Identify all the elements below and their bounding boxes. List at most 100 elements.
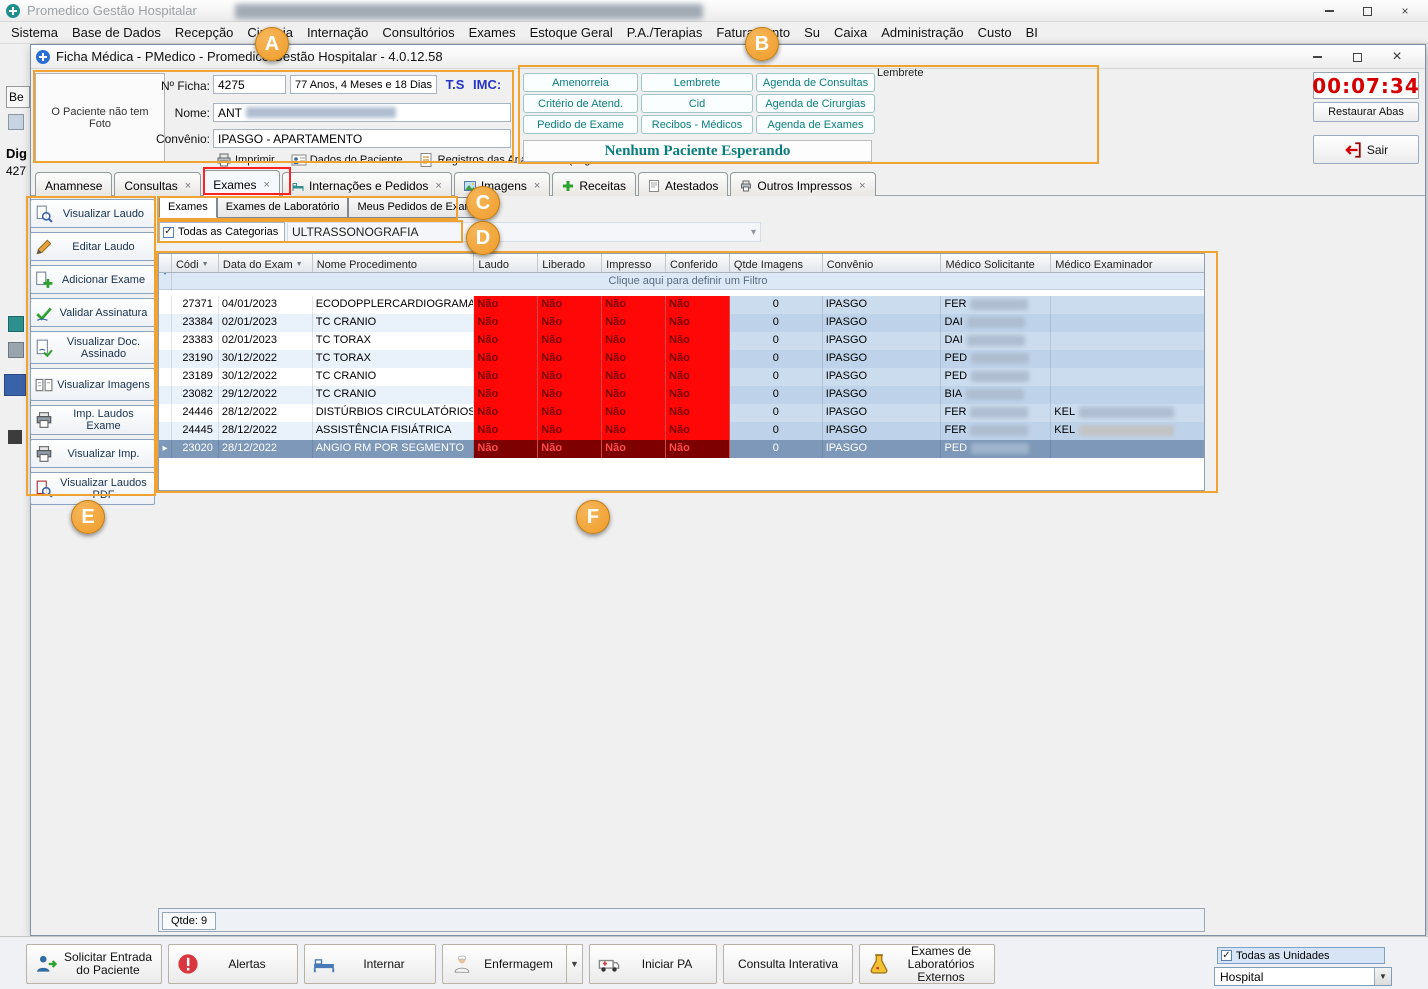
menu-item-base-de-dados[interactable]: Base de Dados: [65, 22, 168, 43]
cell-liberado[interactable]: Não: [538, 296, 603, 314]
imprimir-link[interactable]: Imprimir: [216, 152, 275, 168]
column-header-medico-solicitante[interactable]: Médico Solicitante: [941, 254, 1052, 272]
column-header-impresso[interactable]: Impresso: [602, 254, 667, 272]
minimize-button[interactable]: [1310, 0, 1348, 22]
cell-liberado[interactable]: Não: [538, 350, 603, 368]
cell-impresso[interactable]: Não: [602, 368, 667, 386]
cell-laudo[interactable]: Não: [474, 368, 539, 386]
cell-qtde[interactable]: 0: [729, 332, 823, 350]
ficha-close-button[interactable]: ×: [1377, 45, 1417, 69]
iniciar-pa-button[interactable]: Iniciar PA: [589, 944, 717, 984]
cell-impresso[interactable]: Não: [602, 386, 667, 404]
table-row-selected[interactable]: ▸ 23020 28/12/2022 ANGIO RM POR SEGMENTO…: [159, 440, 1204, 458]
visualizar-imagens-button[interactable]: Visualizar Imagens: [30, 368, 155, 401]
cell-conferido[interactable]: Não: [666, 296, 730, 314]
table-row[interactable]: 23190 30/12/2022 TC TORAX Não Não Não Nã…: [159, 350, 1204, 368]
cell-solicitante[interactable]: PED: [941, 368, 1052, 386]
cell-convenio[interactable]: IPASGO: [822, 404, 942, 422]
cell-convenio[interactable]: IPASGO: [822, 386, 942, 404]
cell-liberado[interactable]: Não: [538, 386, 603, 404]
close-icon[interactable]: ×: [534, 180, 540, 192]
row-selector[interactable]: [159, 314, 172, 332]
amenorreia-button[interactable]: Amenorreia: [523, 73, 638, 92]
ts-button[interactable]: T.S: [440, 75, 470, 94]
close-icon[interactable]: ×: [185, 180, 191, 192]
tab-exames[interactable]: Exames ×: [203, 170, 280, 196]
cell-laudo[interactable]: Não: [474, 404, 539, 422]
recibos-medicos-button[interactable]: Recibos - Médicos: [641, 115, 753, 134]
internar-button[interactable]: Internar: [304, 944, 436, 984]
maximize-button[interactable]: [1348, 0, 1386, 22]
restaurar-abas-button[interactable]: Restaurar Abas: [1313, 102, 1419, 122]
cell-examinador[interactable]: KEL: [1051, 404, 1204, 422]
row-selector[interactable]: [159, 296, 172, 314]
cell-data[interactable]: 28/12/2022: [218, 404, 313, 422]
cell-qtde[interactable]: 0: [729, 404, 823, 422]
cell-convenio[interactable]: IPASGO: [822, 296, 942, 314]
grid-filter-row[interactable]: Clique aqui para definir um Filtro: [159, 272, 1204, 290]
cell-laudo[interactable]: Não: [474, 386, 539, 404]
cell-impresso[interactable]: Não: [602, 332, 667, 350]
alertas-button[interactable]: Alertas: [168, 944, 298, 984]
cell-qtde[interactable]: 0: [729, 296, 823, 314]
name-field[interactable]: ANT: [213, 103, 511, 122]
agenda-de-consultas-button[interactable]: Agenda de Consultas: [756, 73, 875, 92]
cell-convenio[interactable]: IPASGO: [822, 368, 942, 386]
cell-liberado[interactable]: Não: [538, 422, 603, 440]
cell-impresso[interactable]: Não: [602, 296, 667, 314]
cell-impresso[interactable]: Não: [602, 350, 667, 368]
cell-procedimento[interactable]: DISTÚRBIOS CIRCULATÓRIOS: [312, 404, 475, 422]
cell-impresso[interactable]: Não: [602, 422, 667, 440]
cell-convenio[interactable]: IPASGO: [822, 314, 942, 332]
menu-item-internacao[interactable]: Internação: [300, 22, 375, 43]
cell-procedimento[interactable]: TC CRANIO: [312, 386, 475, 404]
subtab-exames[interactable]: Exames: [159, 197, 217, 218]
column-header-laudo[interactable]: Laudo: [474, 254, 539, 272]
menu-item-recepcao[interactable]: Recepção: [168, 22, 241, 43]
column-header-data[interactable]: Data do Exam ▼: [219, 254, 313, 272]
cell-examinador[interactable]: [1051, 350, 1204, 368]
cell-solicitante[interactable]: BIA: [941, 386, 1052, 404]
cell-convenio[interactable]: IPASGO: [822, 422, 942, 440]
cell-solicitante[interactable]: FER: [941, 404, 1052, 422]
column-header-liberado[interactable]: Liberado: [538, 254, 603, 272]
cell-solicitante[interactable]: FER: [941, 422, 1052, 440]
cell-convenio[interactable]: IPASGO: [822, 350, 942, 368]
cell-examinador[interactable]: [1051, 332, 1204, 350]
cell-conferido[interactable]: Não: [666, 332, 730, 350]
cell-solicitante[interactable]: DAI: [941, 314, 1052, 332]
cell-convenio[interactable]: IPASGO: [822, 332, 942, 350]
cell-liberado[interactable]: Não: [538, 368, 603, 386]
close-icon[interactable]: ×: [859, 180, 865, 192]
cell-convenio[interactable]: IPASGO: [822, 440, 942, 458]
cell-qtde[interactable]: 0: [729, 386, 823, 404]
tab-atestados[interactable]: Atestados: [638, 172, 729, 196]
criterio-de-atend-button[interactable]: Critério de Atend.: [523, 94, 638, 113]
cell-solicitante[interactable]: PED: [941, 350, 1052, 368]
imc-button[interactable]: IMC:: [473, 75, 517, 94]
cell-data[interactable]: 02/01/2023: [218, 314, 313, 332]
cell-codigo[interactable]: 23082: [171, 386, 219, 404]
menu-item-suporte[interactable]: Su: [797, 22, 827, 43]
todas-as-unidades-checkbox[interactable]: ✓ Todas as Unidades: [1217, 947, 1385, 964]
cell-data[interactable]: 02/01/2023: [218, 332, 313, 350]
cell-conferido[interactable]: Não: [666, 440, 730, 458]
cell-liberado[interactable]: Não: [538, 404, 603, 422]
table-row[interactable]: 27371 04/01/2023 ECODOPPLERCARDIOGRAMA N…: [159, 296, 1204, 314]
cell-procedimento[interactable]: ECODOPPLERCARDIOGRAMA: [312, 296, 475, 314]
row-selector[interactable]: [159, 404, 172, 422]
lembrete-button[interactable]: Lembrete: [641, 73, 753, 92]
cell-qtde[interactable]: 0: [729, 314, 823, 332]
cell-examinador[interactable]: [1051, 440, 1204, 458]
solicitar-entrada-button[interactable]: Solicitar Entrada do Paciente: [26, 944, 162, 984]
table-row[interactable]: 24446 28/12/2022 DISTÚRBIOS CIRCULATÓRIO…: [159, 404, 1204, 422]
table-row[interactable]: 23189 30/12/2022 TC CRANIO Não Não Não N…: [159, 368, 1204, 386]
cell-solicitante[interactable]: FER: [941, 296, 1052, 314]
menu-item-exames[interactable]: Exames: [462, 22, 523, 43]
cell-procedimento[interactable]: ASSISTÊNCIA FISIÁTRICA: [312, 422, 475, 440]
cell-procedimento[interactable]: ANGIO RM POR SEGMENTO: [312, 440, 475, 458]
enfermagem-dropdown[interactable]: ▼: [567, 944, 583, 984]
cell-liberado[interactable]: Não: [538, 332, 603, 350]
cid-button[interactable]: Cid: [641, 94, 753, 113]
menu-item-custo[interactable]: Custo: [971, 22, 1019, 43]
